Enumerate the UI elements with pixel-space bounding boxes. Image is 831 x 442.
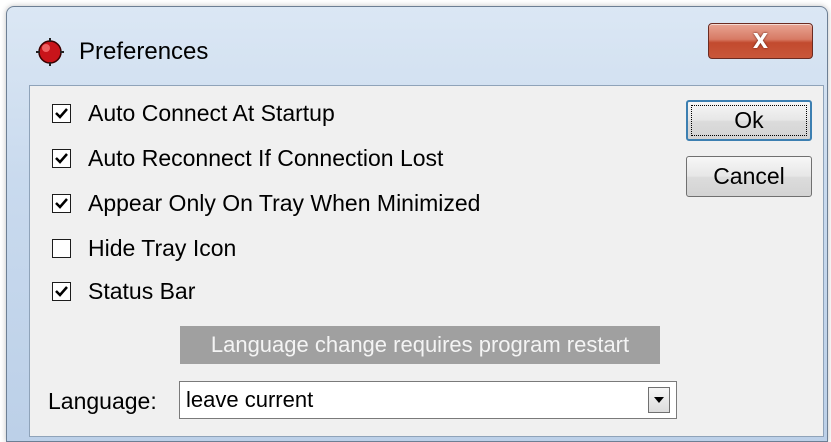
- check-icon: [55, 285, 68, 297]
- ok-button[interactable]: Ok: [686, 100, 812, 141]
- preferences-dialog: Preferences X Auto Connect At Startup Au…: [6, 6, 828, 442]
- auto-connect-label: Auto Connect At Startup: [88, 99, 335, 126]
- chevron-down-icon: [654, 397, 664, 403]
- language-select-value: leave current: [186, 387, 314, 412]
- check-icon: [55, 152, 68, 164]
- dialog-content: Auto Connect At Startup Auto Reconnect I…: [29, 85, 824, 437]
- focus-rectangle: [691, 105, 807, 136]
- status-bar-checkbox[interactable]: [52, 281, 71, 301]
- option-hide-tray-icon[interactable]: Hide Tray Icon: [52, 233, 236, 263]
- check-icon: [55, 197, 68, 209]
- app-icon: [35, 37, 65, 67]
- option-tray-minimized[interactable]: Appear Only On Tray When Minimized: [52, 188, 480, 218]
- cancel-button-label: Cancel: [713, 163, 785, 189]
- status-bar-label: Status Bar: [88, 277, 196, 304]
- tray-minimized-label: Appear Only On Tray When Minimized: [88, 189, 481, 216]
- language-label: Language:: [48, 388, 157, 414]
- auto-reconnect-checkbox[interactable]: [52, 148, 71, 168]
- close-button[interactable]: X: [708, 23, 813, 59]
- check-icon: [55, 107, 68, 119]
- hide-tray-icon-label: Hide Tray Icon: [88, 234, 237, 261]
- hide-tray-icon-checkbox[interactable]: [52, 238, 71, 258]
- option-status-bar[interactable]: Status Bar: [52, 276, 195, 306]
- option-auto-connect[interactable]: Auto Connect At Startup: [52, 98, 335, 128]
- auto-reconnect-label: Auto Reconnect If Connection Lost: [88, 144, 444, 171]
- tray-minimized-checkbox[interactable]: [52, 193, 71, 213]
- title-bar[interactable]: Preferences X: [7, 7, 827, 87]
- window-title: Preferences: [79, 38, 209, 65]
- cancel-button[interactable]: Cancel: [686, 156, 812, 197]
- dropdown-button[interactable]: [648, 387, 670, 413]
- close-icon: X: [752, 29, 769, 53]
- auto-connect-checkbox[interactable]: [52, 103, 71, 123]
- language-notice: Language change requires program restart: [180, 326, 660, 364]
- option-auto-reconnect[interactable]: Auto Reconnect If Connection Lost: [52, 143, 443, 173]
- language-select[interactable]: leave current: [179, 381, 677, 419]
